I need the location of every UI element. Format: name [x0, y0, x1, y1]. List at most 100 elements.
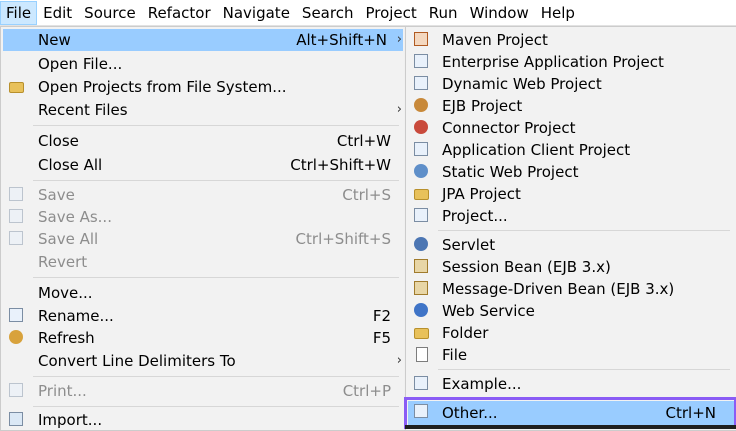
menu-item-close[interactable]: Close Ctrl+W [3, 130, 403, 152]
submenu-item-file[interactable]: File [408, 344, 734, 366]
menu-item-label: Rename... [38, 307, 114, 325]
submenu-item-label: Project... [442, 207, 508, 225]
accelerator: Ctrl+W [336, 132, 391, 150]
accelerator: Ctrl+S [342, 186, 391, 204]
menu-source[interactable]: Source [78, 1, 142, 25]
submenu-item-connector-project[interactable]: Connector Project [408, 117, 734, 139]
submenu-item-label: EJB Project [442, 97, 523, 115]
submenu-item-label: Other... [442, 404, 498, 422]
menu-item-label: Revert [38, 253, 88, 271]
refresh-icon [9, 330, 25, 346]
accelerator: Ctrl+N [665, 404, 716, 422]
session-bean-icon [414, 259, 430, 275]
menu-item-open-file[interactable]: Open File... [3, 53, 403, 75]
submenu-item-label: Servlet [442, 236, 496, 254]
separator [438, 398, 730, 399]
rename-icon [9, 308, 25, 324]
separator [33, 277, 399, 278]
menu-item-label: Move... [38, 284, 93, 302]
menu-item-label: Import... [38, 411, 103, 429]
menu-project[interactable]: Project [359, 1, 422, 25]
example-icon [414, 376, 430, 392]
menu-item-revert[interactable]: Revert [3, 251, 403, 273]
menu-item-close-all[interactable]: Close All Ctrl+Shift+W [3, 154, 403, 176]
submenu-item-label: JPA Project [442, 185, 521, 203]
submenu-item-static-web-project[interactable]: Static Web Project [408, 161, 734, 183]
submenu-item-maven-project[interactable]: Maven Project [408, 29, 734, 51]
submenu-item-web-service[interactable]: Web Service [408, 300, 734, 322]
menu-item-new[interactable]: New Alt+Shift+N › [3, 29, 403, 51]
menu-item-move[interactable]: Move... [3, 282, 403, 304]
menu-file[interactable]: File [0, 0, 38, 25]
menu-item-import[interactable]: Import... [3, 409, 403, 431]
menu-refactor[interactable]: Refactor [142, 1, 217, 25]
menu-item-label: Open Projects from File System... [38, 78, 287, 96]
import-icon [9, 412, 25, 428]
submenu-item-jpa-project[interactable]: JPA Project [408, 183, 734, 205]
chevron-right-icon: › [396, 353, 402, 368]
submenu-item-session-bean[interactable]: Session Bean (EJB 3.x) [408, 256, 734, 278]
chevron-right-icon: › [396, 102, 402, 117]
menu-item-label: Convert Line Delimiters To [38, 352, 236, 370]
submenu-item-other[interactable]: Other... Ctrl+N [408, 401, 734, 425]
static-web-project-icon [414, 164, 430, 180]
submenu-item-message-driven-bean[interactable]: Message-Driven Bean (EJB 3.x) [408, 278, 734, 300]
folder-open-icon [9, 79, 25, 95]
menu-item-print[interactable]: Print... Ctrl+P [3, 380, 403, 402]
maven-project-icon [414, 32, 430, 48]
menu-item-label: Print... [38, 382, 87, 400]
message-driven-bean-icon [414, 281, 430, 297]
dynamic-web-project-icon [414, 76, 430, 92]
menu-item-refresh[interactable]: Refresh F5 [3, 327, 403, 349]
menu-item-recent-files[interactable]: Recent Files › [3, 99, 403, 121]
submenu-item-application-client-project[interactable]: Application Client Project [408, 139, 734, 161]
submenu-item-dynamic-web-project[interactable]: Dynamic Web Project [408, 73, 734, 95]
save-all-icon [9, 231, 25, 247]
submenu-item-label: Session Bean (EJB 3.x) [442, 258, 611, 276]
submenu-item-project[interactable]: Project... [408, 205, 734, 227]
accelerator: Ctrl+Shift+W [290, 156, 391, 174]
menu-help[interactable]: Help [535, 1, 581, 25]
separator [33, 406, 399, 407]
menu-run[interactable]: Run [423, 1, 464, 25]
menu-item-open-projects[interactable]: Open Projects from File System... [3, 76, 403, 98]
accelerator: Ctrl+Shift+S [295, 230, 391, 248]
enterprise-application-project-icon [414, 54, 430, 70]
menu-item-label: Close All [38, 156, 103, 174]
save-icon [9, 187, 25, 203]
menu-item-save-as[interactable]: Save As... [3, 206, 403, 228]
menu-navigate[interactable]: Navigate [217, 1, 296, 25]
menu-edit[interactable]: Edit [37, 1, 78, 25]
submenu-item-label: Static Web Project [442, 163, 579, 181]
ejb-project-icon [414, 98, 430, 114]
menu-item-label: Save [38, 186, 75, 204]
accelerator: F2 [372, 307, 391, 325]
submenu-item-label: Maven Project [442, 31, 548, 49]
submenu-item-enterprise-application-project[interactable]: Enterprise Application Project [408, 51, 734, 73]
submenu-item-label: Folder [442, 324, 489, 342]
connector-project-icon [414, 120, 430, 136]
separator [33, 125, 399, 126]
submenu-item-servlet[interactable]: Servlet [408, 234, 734, 256]
file-icon [414, 347, 430, 363]
submenu-item-ejb-project[interactable]: EJB Project [408, 95, 734, 117]
menu-item-rename[interactable]: Rename... F2 [3, 305, 403, 327]
separator [438, 369, 730, 370]
menu-search[interactable]: Search [296, 1, 360, 25]
accelerator: Ctrl+P [342, 382, 391, 400]
submenu-item-label: Message-Driven Bean (EJB 3.x) [442, 280, 675, 298]
project-icon [414, 208, 430, 224]
menu-item-save[interactable]: Save Ctrl+S [3, 184, 403, 206]
submenu-item-label: Web Service [442, 302, 535, 320]
accelerator: F5 [372, 329, 391, 347]
menu-item-label: Close [38, 132, 79, 150]
menu-item-save-all[interactable]: Save All Ctrl+Shift+S [3, 228, 403, 250]
submenu-item-example[interactable]: Example... [408, 373, 734, 395]
menu-window[interactable]: Window [464, 1, 535, 25]
menubar: File Edit Source Refactor Navigate Searc… [0, 0, 736, 26]
menu-item-label: New [38, 31, 71, 49]
menu-item-convert-line-delimiters[interactable]: Convert Line Delimiters To › [3, 350, 403, 372]
background-strip [405, 425, 736, 429]
submenu-item-folder[interactable]: Folder [408, 322, 734, 344]
new-submenu: Maven Project Enterprise Application Pro… [405, 26, 736, 431]
